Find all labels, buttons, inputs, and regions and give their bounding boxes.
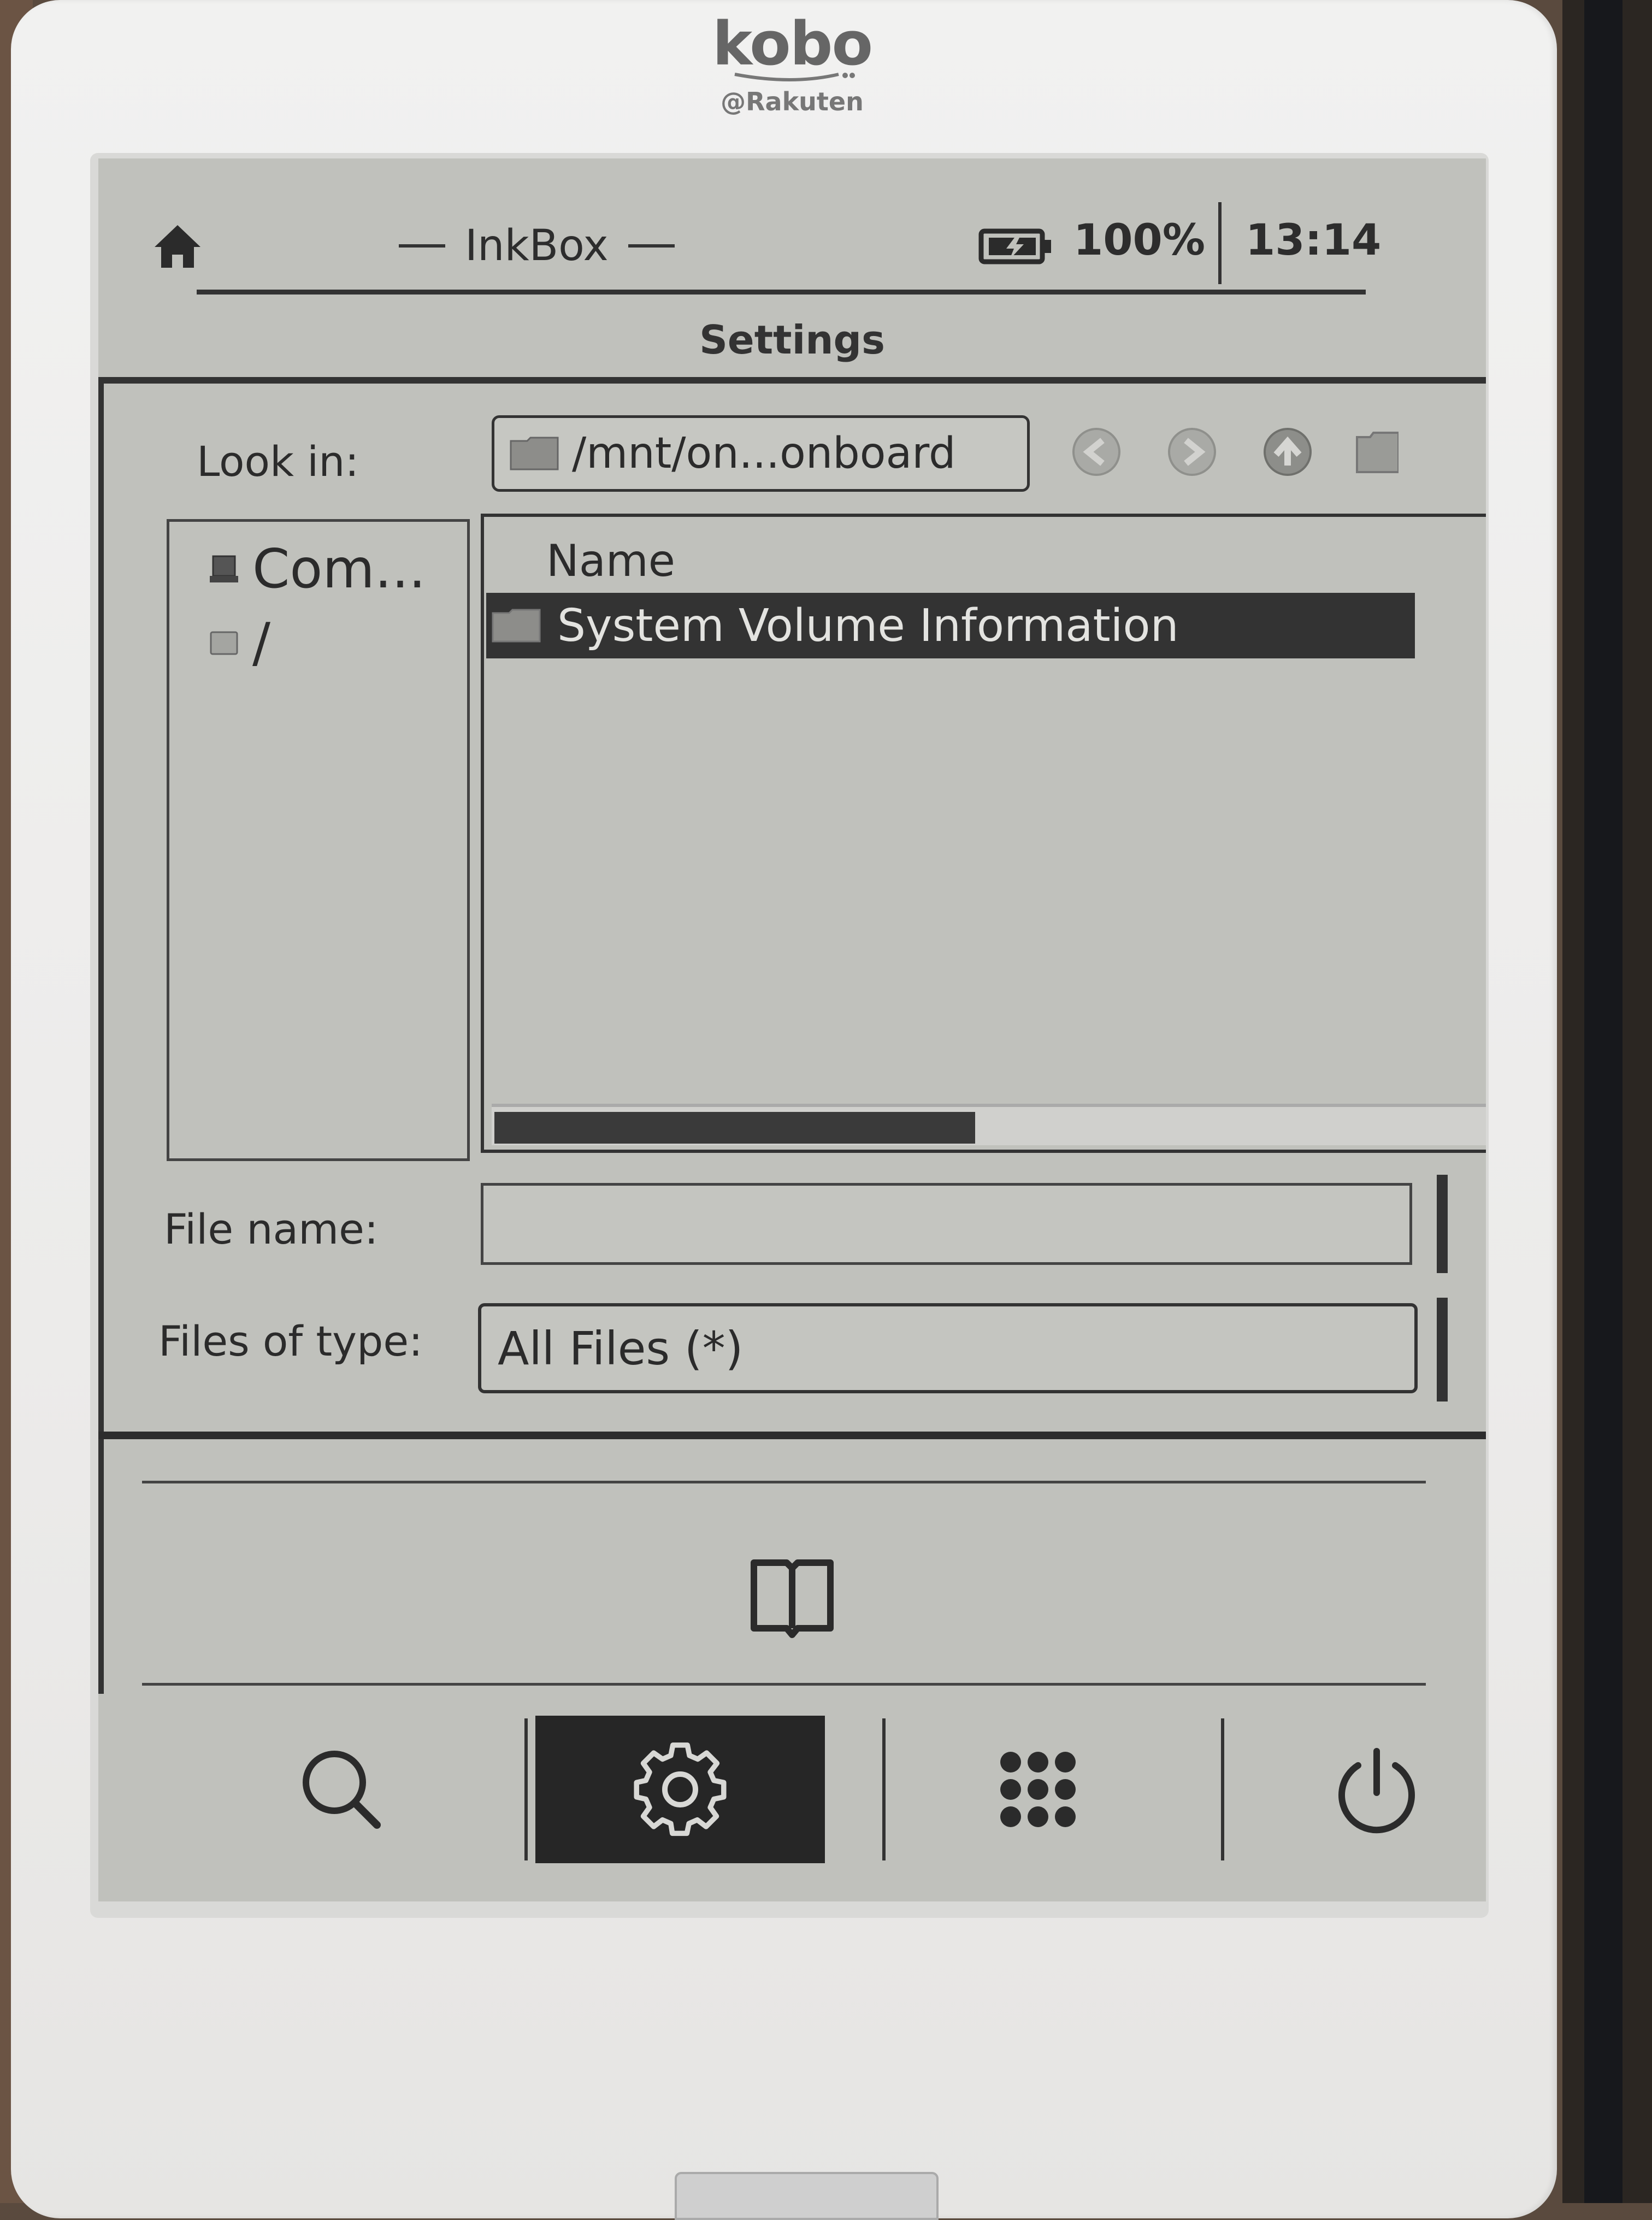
battery-percentage: 100% [1073, 216, 1205, 265]
place-label: / [252, 612, 271, 674]
column-header-name[interactable]: Name [546, 535, 675, 586]
nav-divider [524, 1718, 528, 1860]
brand-logo: kobo @Rakuten [694, 11, 890, 126]
nav-apps-button[interactable] [893, 1716, 1183, 1863]
dialog-bottom-border [98, 1432, 1486, 1439]
sub-brand: @Rakuten [721, 87, 864, 116]
scrollbar-thumb[interactable] [494, 1112, 975, 1144]
nav-settings-button[interactable] [535, 1716, 825, 1863]
nav-search-button[interactable] [197, 1716, 486, 1863]
brand-name: kobo [712, 9, 873, 79]
title-dash-right [628, 244, 675, 248]
nav-divider [882, 1718, 886, 1860]
computer-icon [210, 555, 238, 582]
place-item-computer[interactable]: Com... [208, 538, 426, 600]
search-icon [303, 1751, 381, 1829]
hardware-home-button[interactable] [675, 2172, 939, 2220]
dialog-title: Settings [699, 317, 885, 363]
status-divider [1218, 202, 1222, 284]
place-item-root[interactable]: / [208, 612, 270, 674]
file-row-selected[interactable]: System Volume Information [486, 593, 1415, 658]
look-in-path: /mnt/on...onboard [572, 429, 956, 478]
file-name-label: File name: [164, 1205, 379, 1253]
gear-icon [634, 1742, 727, 1836]
eink-screen: InkBox 100% 13:14 Settings Look in: /mnt… [98, 158, 1486, 1901]
book-icon[interactable] [743, 1546, 841, 1645]
places-sidebar: Com... / [167, 519, 470, 1161]
clock: 13:14 [1246, 216, 1382, 265]
new-folder-icon[interactable] [1355, 426, 1399, 478]
edge-button-stub [1437, 1175, 1448, 1273]
look-in-label: Look in: [197, 437, 359, 486]
battery-charging-icon [978, 228, 1051, 264]
files-of-type-label: Files of type: [158, 1317, 423, 1365]
files-of-type-value: All Files (*) [498, 1321, 744, 1375]
title-dash-left [399, 244, 445, 248]
look-in-combobox[interactable]: /mnt/on...onboard [492, 415, 1030, 492]
file-name: System Volume Information [557, 599, 1179, 652]
folder-icon [492, 609, 541, 643]
file-name-input[interactable] [481, 1183, 1412, 1265]
power-icon [1338, 1748, 1415, 1834]
edge-button-stub [1437, 1298, 1448, 1402]
home-icon[interactable] [150, 219, 205, 273]
topbar-divider [197, 290, 1366, 295]
parent-directory-icon[interactable] [1262, 426, 1314, 478]
drive-icon [210, 631, 238, 655]
files-of-type-select[interactable]: All Files (*) [478, 1303, 1418, 1393]
dialog-left-border [98, 382, 104, 1694]
back-arrow-icon[interactable] [1071, 426, 1123, 478]
forward-arrow-icon[interactable] [1166, 426, 1218, 478]
apps-grid-icon [1000, 1752, 1076, 1827]
app-title-text: InkBox [465, 221, 609, 270]
app-title: InkBox [399, 213, 945, 279]
nav-power-button[interactable] [1232, 1716, 1486, 1863]
dialog-title-divider [98, 377, 1486, 384]
folder-icon [510, 437, 559, 470]
divider [142, 1481, 1426, 1483]
background-right-strip [1584, 0, 1622, 2203]
nav-divider [1221, 1718, 1224, 1860]
place-label: Com... [252, 538, 426, 600]
divider [142, 1683, 1426, 1686]
